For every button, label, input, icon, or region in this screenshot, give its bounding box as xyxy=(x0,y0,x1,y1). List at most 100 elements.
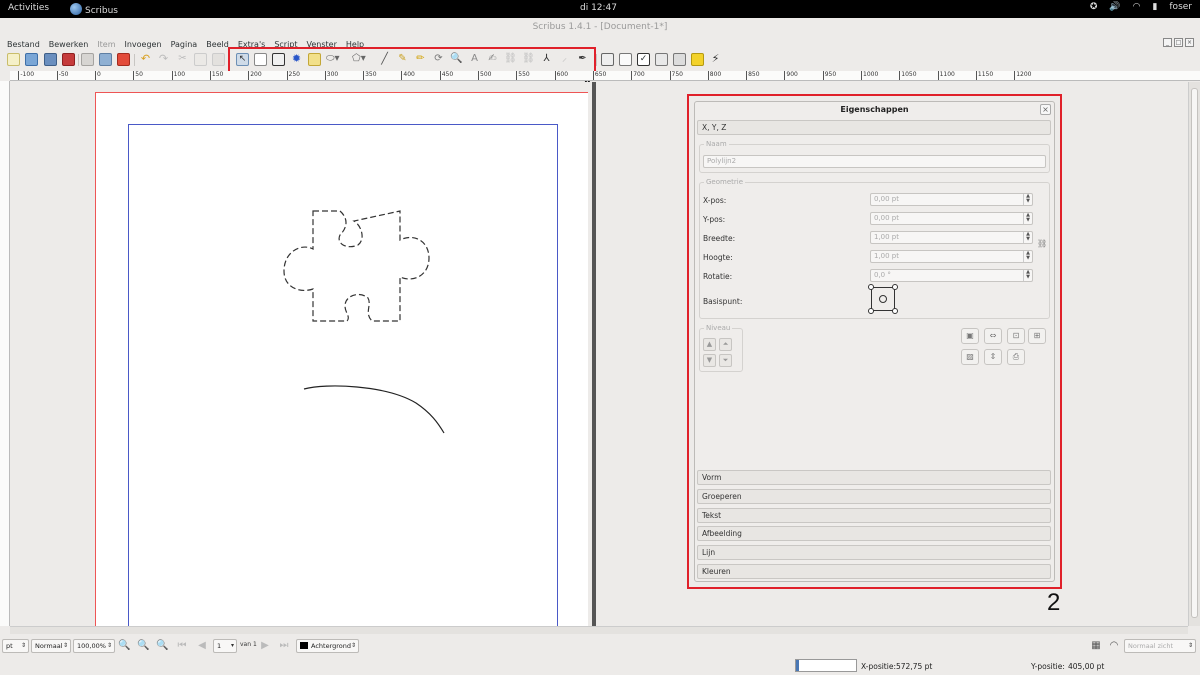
layer-select[interactable]: Achtergrond ⇕ xyxy=(296,639,359,653)
copy-icon[interactable] xyxy=(194,53,207,66)
document-page[interactable] xyxy=(95,92,588,626)
document-canvas[interactable] xyxy=(10,82,592,626)
ruler-tick-label: 50 xyxy=(135,71,143,78)
mode-select[interactable]: Normaal ⇕ xyxy=(31,639,71,653)
activities-button[interactable]: Activities xyxy=(8,3,49,13)
export-pdf-icon[interactable] xyxy=(117,53,130,66)
minimize-icon[interactable]: _ xyxy=(1163,38,1172,47)
view-select[interactable]: Normaal zicht ⇕ xyxy=(1124,639,1196,653)
ruler-tick-mark xyxy=(439,71,441,80)
ruler-tick-label: 0 xyxy=(97,71,101,78)
ruler-tick-label: 300 xyxy=(326,71,339,78)
ruler-tick-label: 850 xyxy=(748,71,760,78)
zoom-actual-icon[interactable]: 🔍 xyxy=(137,640,149,652)
wifi-icon[interactable]: ◠ xyxy=(1133,2,1141,12)
text-annotation-icon[interactable] xyxy=(691,53,704,66)
zoom-out-icon[interactable]: 🔍 xyxy=(118,640,130,652)
clock[interactable]: di 12:47 xyxy=(580,3,617,13)
preflight-icon[interactable] xyxy=(99,53,112,66)
annotation-label-2: 2 xyxy=(1047,589,1061,616)
user-menu[interactable]: foser xyxy=(1169,2,1192,12)
restore-icon[interactable]: □ xyxy=(1174,38,1183,47)
menu-beeld[interactable]: Beeld xyxy=(206,38,229,52)
view-value: Normaal zicht xyxy=(1128,642,1174,650)
ruler-tick-mark xyxy=(669,71,671,80)
progress-bar xyxy=(795,659,857,672)
ruler-tick-mark xyxy=(133,71,135,80)
gnome-top-bar: Activities Scribus di 12:47 ✪ 🔊 ◠ ▮ fose… xyxy=(0,0,1200,18)
ruler-tick-label: 1000 xyxy=(863,71,879,78)
main-toolbar: ↶ ↷ ✂ ↖ ✹ ⬭▾ ⬠▾ ╱ ✎ ✏ ⟳ 🔍 A ✍ ⛓ ⛓ ⅄ ⸝ ✒ … xyxy=(0,53,1200,69)
vertical-ruler[interactable] xyxy=(0,81,10,626)
pdf-checkbox-icon[interactable]: ✓ xyxy=(637,53,650,66)
ruler-tick-label: 650 xyxy=(594,71,607,78)
mode-value: Normaal xyxy=(35,642,63,650)
menu-item[interactable]: Item xyxy=(97,38,115,52)
last-page-icon[interactable]: ⏭ xyxy=(278,640,290,652)
ruler-tick-label: 550 xyxy=(518,71,530,78)
ruler-tick-mark xyxy=(363,71,365,80)
link-annotation-icon[interactable]: ⚡ xyxy=(709,53,722,66)
ruler-tick-mark xyxy=(975,71,977,80)
accessibility-icon[interactable]: ✪ xyxy=(1090,2,1098,12)
first-page-icon[interactable]: ⏮ xyxy=(176,640,188,652)
ruler-tick-mark xyxy=(171,71,173,80)
visual-appearance-icon[interactable]: ◠ xyxy=(1108,640,1120,652)
zoom-field[interactable]: 100,00% ⇕ xyxy=(73,639,115,653)
coordinate-readout: X-positie: 572,75 pt Y-positie: 405,00 p… xyxy=(0,657,1200,675)
status-bar: pt ⇕ Normaal ⇕ 100,00% ⇕ 🔍 🔍 🔍 ⏮ ◀ 1 ▾ van 1… xyxy=(0,636,1200,656)
horizontal-scrollbar[interactable] xyxy=(10,626,1188,634)
open-icon[interactable] xyxy=(25,53,38,66)
unit-select[interactable]: pt ⇕ xyxy=(2,639,29,653)
menu-invoegen[interactable]: Invoegen xyxy=(125,38,162,52)
preview-mode-icon[interactable]: ▦ xyxy=(1090,640,1102,652)
cut-icon[interactable]: ✂ xyxy=(176,53,189,66)
ruler-tick-label: 700 xyxy=(633,71,645,78)
previous-page-icon[interactable]: ◀ xyxy=(196,640,208,652)
vertical-scrollbar[interactable] xyxy=(1188,82,1200,626)
menu-pagina[interactable]: Pagina xyxy=(171,38,198,52)
print-icon[interactable] xyxy=(81,53,94,66)
page-value: 1 xyxy=(217,642,222,650)
vertical-scroll-thumb[interactable] xyxy=(1191,88,1198,618)
save-icon[interactable] xyxy=(44,53,57,66)
close-window-icon[interactable]: × xyxy=(1185,38,1194,47)
dropdown-arrow-icon: ⇕ xyxy=(62,642,68,649)
volume-icon[interactable]: 🔊 xyxy=(1109,2,1120,12)
zoom-in-icon[interactable]: 🔍 xyxy=(156,640,168,652)
menu-bewerken[interactable]: Bewerken xyxy=(49,38,89,52)
app-name: Scribus xyxy=(85,6,118,16)
ruler-tick-label: 100 xyxy=(173,71,186,78)
paste-icon[interactable] xyxy=(212,53,225,66)
ruler-tick-label: -100 xyxy=(20,71,35,78)
ruler-tick-label: 500 xyxy=(480,71,492,78)
pdf-text-field-icon[interactable] xyxy=(619,53,632,66)
ruler-tick-label: 450 xyxy=(441,71,454,78)
pdf-list-box-icon[interactable] xyxy=(673,53,686,66)
toolbar-separator xyxy=(134,54,135,66)
toolbar-separator xyxy=(596,54,597,66)
pdf-push-button-icon[interactable] xyxy=(601,53,614,66)
ruler-tick-mark xyxy=(478,71,479,80)
x-position-label: X-positie: xyxy=(861,662,896,671)
battery-icon[interactable]: ▮ xyxy=(1152,2,1157,12)
menu-bestand[interactable]: Bestand xyxy=(7,38,40,52)
ruler-tick-label: 900 xyxy=(786,71,798,78)
ruler-tick-label: 1100 xyxy=(939,71,955,78)
ruler-tick-label: 750 xyxy=(671,71,683,78)
dropdown-arrow-icon: ⇕ xyxy=(350,642,356,649)
horizontal-ruler[interactable]: -100 -50 0 50 100 150 200 250 300 350 400 450 500 550… xyxy=(10,71,1200,81)
undo-icon[interactable]: ↶ xyxy=(139,53,152,66)
ruler-tick-mark xyxy=(401,71,403,80)
dropdown-arrow-icon: ▾ xyxy=(230,642,234,649)
ruler-tick-mark xyxy=(209,71,211,80)
pdf-combo-box-icon[interactable] xyxy=(655,53,668,66)
app-menu[interactable]: Scribus xyxy=(70,3,118,16)
new-document-icon[interactable] xyxy=(7,53,20,66)
ruler-tick-mark xyxy=(784,71,786,80)
next-page-icon[interactable]: ▶ xyxy=(259,640,271,652)
ruler-tick-mark xyxy=(861,71,862,80)
close-document-icon[interactable] xyxy=(62,53,75,66)
redo-icon[interactable]: ↷ xyxy=(157,53,170,66)
page-select[interactable]: 1 ▾ xyxy=(213,639,237,653)
